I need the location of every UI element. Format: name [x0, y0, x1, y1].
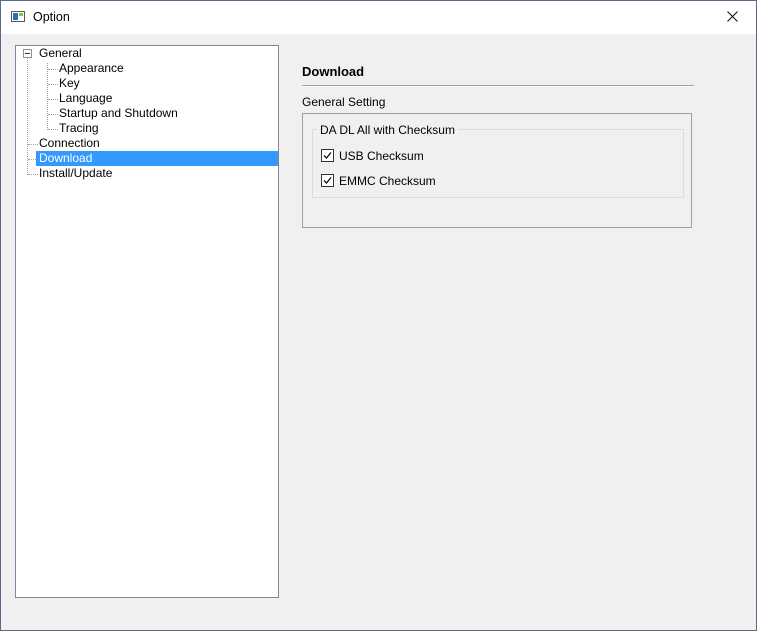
close-icon [727, 11, 738, 22]
checkbox-label: EMMC Checksum [339, 174, 436, 188]
page-title: Download [302, 64, 365, 79]
checkbox-box[interactable] [321, 174, 334, 187]
group-legend: DA DL All with Checksum [317, 123, 458, 137]
window-title: Option [33, 10, 70, 24]
tree-connector [27, 58, 28, 175]
checkmark-icon [323, 177, 332, 184]
app-window-icon [11, 11, 25, 22]
tree-connector [47, 63, 48, 130]
tree-item-download[interactable]: Download [36, 151, 278, 166]
section-label: General Setting [302, 95, 386, 109]
options-tree[interactable]: General Appearance Key Language Startup … [15, 45, 279, 598]
tree-item-language[interactable]: Language [56, 91, 115, 106]
checkbox-box[interactable] [321, 149, 334, 162]
tree-item-tracing[interactable]: Tracing [56, 121, 102, 136]
tree-item-install-update[interactable]: Install/Update [36, 166, 115, 181]
tree-item-general[interactable]: General [36, 46, 85, 61]
tree-item-startup-and-shutdown[interactable]: Startup and Shutdown [56, 106, 181, 121]
option-dialog: Option General Appearance Key Language S… [0, 0, 757, 631]
close-button[interactable] [710, 1, 756, 34]
tree-item-key[interactable]: Key [56, 76, 83, 91]
checkmark-icon [323, 152, 332, 159]
collapse-toggle-icon[interactable] [23, 49, 32, 58]
tree-item-connection[interactable]: Connection [36, 136, 103, 151]
title-bar[interactable]: Option [1, 1, 756, 34]
checkbox-label: USB Checksum [339, 149, 424, 163]
tree-item-appearance[interactable]: Appearance [56, 61, 127, 76]
title-divider [302, 85, 694, 87]
